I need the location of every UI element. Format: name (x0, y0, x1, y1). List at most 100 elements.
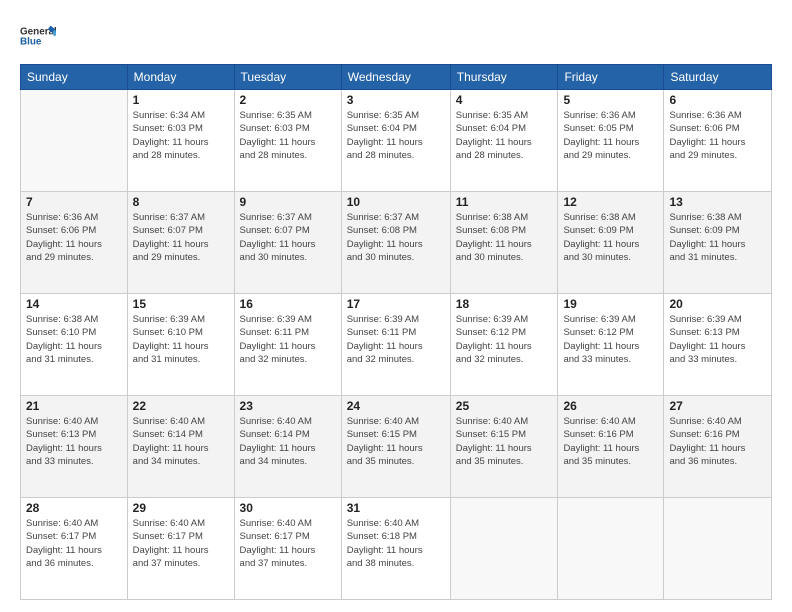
day-cell-8: 8 Sunrise: 6:37 AMSunset: 6:07 PMDayligh… (127, 192, 234, 294)
day-cell-12: 12 Sunrise: 6:38 AMSunset: 6:09 PMDaylig… (558, 192, 664, 294)
day-info: Sunrise: 6:40 AMSunset: 6:17 PMDaylight:… (26, 517, 122, 570)
day-cell-7: 7 Sunrise: 6:36 AMSunset: 6:06 PMDayligh… (21, 192, 128, 294)
week-row-3: 14 Sunrise: 6:38 AMSunset: 6:10 PMDaylig… (21, 294, 772, 396)
day-number: 9 (240, 195, 336, 209)
page: General Blue SundayMondayTuesdayWednesda… (0, 0, 792, 612)
day-number: 23 (240, 399, 336, 413)
day-cell-30: 30 Sunrise: 6:40 AMSunset: 6:17 PMDaylig… (234, 498, 341, 600)
day-info: Sunrise: 6:35 AMSunset: 6:04 PMDaylight:… (456, 109, 553, 162)
week-row-5: 28 Sunrise: 6:40 AMSunset: 6:17 PMDaylig… (21, 498, 772, 600)
day-info: Sunrise: 6:36 AMSunset: 6:05 PMDaylight:… (563, 109, 658, 162)
day-info: Sunrise: 6:40 AMSunset: 6:16 PMDaylight:… (669, 415, 766, 468)
day-cell-27: 27 Sunrise: 6:40 AMSunset: 6:16 PMDaylig… (664, 396, 772, 498)
day-info: Sunrise: 6:40 AMSunset: 6:17 PMDaylight:… (133, 517, 229, 570)
day-info: Sunrise: 6:36 AMSunset: 6:06 PMDaylight:… (669, 109, 766, 162)
day-cell-16: 16 Sunrise: 6:39 AMSunset: 6:11 PMDaylig… (234, 294, 341, 396)
day-cell-26: 26 Sunrise: 6:40 AMSunset: 6:16 PMDaylig… (558, 396, 664, 498)
day-info: Sunrise: 6:40 AMSunset: 6:15 PMDaylight:… (347, 415, 445, 468)
day-info: Sunrise: 6:38 AMSunset: 6:09 PMDaylight:… (563, 211, 658, 264)
header-sunday: Sunday (21, 65, 128, 90)
day-cell-10: 10 Sunrise: 6:37 AMSunset: 6:08 PMDaylig… (341, 192, 450, 294)
header-wednesday: Wednesday (341, 65, 450, 90)
day-number: 11 (456, 195, 553, 209)
day-info: Sunrise: 6:40 AMSunset: 6:17 PMDaylight:… (240, 517, 336, 570)
day-cell-13: 13 Sunrise: 6:38 AMSunset: 6:09 PMDaylig… (664, 192, 772, 294)
empty-cell-4-6 (664, 498, 772, 600)
day-info: Sunrise: 6:39 AMSunset: 6:10 PMDaylight:… (133, 313, 229, 366)
day-info: Sunrise: 6:40 AMSunset: 6:13 PMDaylight:… (26, 415, 122, 468)
day-number: 20 (669, 297, 766, 311)
header: General Blue (20, 16, 772, 56)
day-cell-25: 25 Sunrise: 6:40 AMSunset: 6:15 PMDaylig… (450, 396, 558, 498)
calendar-table: SundayMondayTuesdayWednesdayThursdayFrid… (20, 64, 772, 600)
day-cell-9: 9 Sunrise: 6:37 AMSunset: 6:07 PMDayligh… (234, 192, 341, 294)
day-info: Sunrise: 6:38 AMSunset: 6:09 PMDaylight:… (669, 211, 766, 264)
logo: General Blue (20, 16, 56, 56)
day-number: 15 (133, 297, 229, 311)
day-info: Sunrise: 6:40 AMSunset: 6:15 PMDaylight:… (456, 415, 553, 468)
header-tuesday: Tuesday (234, 65, 341, 90)
empty-cell-0-0 (21, 90, 128, 192)
day-cell-23: 23 Sunrise: 6:40 AMSunset: 6:14 PMDaylig… (234, 396, 341, 498)
day-number: 16 (240, 297, 336, 311)
day-number: 2 (240, 93, 336, 107)
day-info: Sunrise: 6:40 AMSunset: 6:18 PMDaylight:… (347, 517, 445, 570)
day-number: 31 (347, 501, 445, 515)
svg-text:Blue: Blue (20, 37, 42, 48)
empty-cell-4-5 (558, 498, 664, 600)
day-number: 18 (456, 297, 553, 311)
day-info: Sunrise: 6:39 AMSunset: 6:12 PMDaylight:… (456, 313, 553, 366)
day-info: Sunrise: 6:39 AMSunset: 6:13 PMDaylight:… (669, 313, 766, 366)
day-cell-24: 24 Sunrise: 6:40 AMSunset: 6:15 PMDaylig… (341, 396, 450, 498)
empty-cell-4-4 (450, 498, 558, 600)
day-cell-15: 15 Sunrise: 6:39 AMSunset: 6:10 PMDaylig… (127, 294, 234, 396)
day-number: 29 (133, 501, 229, 515)
day-number: 8 (133, 195, 229, 209)
day-cell-28: 28 Sunrise: 6:40 AMSunset: 6:17 PMDaylig… (21, 498, 128, 600)
day-number: 17 (347, 297, 445, 311)
day-cell-20: 20 Sunrise: 6:39 AMSunset: 6:13 PMDaylig… (664, 294, 772, 396)
day-info: Sunrise: 6:34 AMSunset: 6:03 PMDaylight:… (133, 109, 229, 162)
day-number: 26 (563, 399, 658, 413)
day-number: 14 (26, 297, 122, 311)
header-thursday: Thursday (450, 65, 558, 90)
day-number: 28 (26, 501, 122, 515)
day-number: 19 (563, 297, 658, 311)
day-info: Sunrise: 6:38 AMSunset: 6:10 PMDaylight:… (26, 313, 122, 366)
day-number: 27 (669, 399, 766, 413)
week-row-1: 1 Sunrise: 6:34 AMSunset: 6:03 PMDayligh… (21, 90, 772, 192)
day-info: Sunrise: 6:37 AMSunset: 6:07 PMDaylight:… (240, 211, 336, 264)
day-number: 25 (456, 399, 553, 413)
day-cell-5: 5 Sunrise: 6:36 AMSunset: 6:05 PMDayligh… (558, 90, 664, 192)
day-cell-21: 21 Sunrise: 6:40 AMSunset: 6:13 PMDaylig… (21, 396, 128, 498)
day-number: 13 (669, 195, 766, 209)
day-info: Sunrise: 6:39 AMSunset: 6:11 PMDaylight:… (347, 313, 445, 366)
day-cell-6: 6 Sunrise: 6:36 AMSunset: 6:06 PMDayligh… (664, 90, 772, 192)
day-number: 4 (456, 93, 553, 107)
day-cell-3: 3 Sunrise: 6:35 AMSunset: 6:04 PMDayligh… (341, 90, 450, 192)
day-info: Sunrise: 6:35 AMSunset: 6:04 PMDaylight:… (347, 109, 445, 162)
day-number: 22 (133, 399, 229, 413)
day-number: 24 (347, 399, 445, 413)
day-cell-29: 29 Sunrise: 6:40 AMSunset: 6:17 PMDaylig… (127, 498, 234, 600)
logo-svg: General Blue (20, 16, 56, 56)
day-cell-31: 31 Sunrise: 6:40 AMSunset: 6:18 PMDaylig… (341, 498, 450, 600)
day-number: 3 (347, 93, 445, 107)
day-cell-4: 4 Sunrise: 6:35 AMSunset: 6:04 PMDayligh… (450, 90, 558, 192)
day-info: Sunrise: 6:36 AMSunset: 6:06 PMDaylight:… (26, 211, 122, 264)
day-info: Sunrise: 6:39 AMSunset: 6:11 PMDaylight:… (240, 313, 336, 366)
day-info: Sunrise: 6:38 AMSunset: 6:08 PMDaylight:… (456, 211, 553, 264)
day-info: Sunrise: 6:39 AMSunset: 6:12 PMDaylight:… (563, 313, 658, 366)
header-saturday: Saturday (664, 65, 772, 90)
day-cell-2: 2 Sunrise: 6:35 AMSunset: 6:03 PMDayligh… (234, 90, 341, 192)
day-cell-1: 1 Sunrise: 6:34 AMSunset: 6:03 PMDayligh… (127, 90, 234, 192)
day-number: 1 (133, 93, 229, 107)
week-row-4: 21 Sunrise: 6:40 AMSunset: 6:13 PMDaylig… (21, 396, 772, 498)
header-friday: Friday (558, 65, 664, 90)
day-cell-18: 18 Sunrise: 6:39 AMSunset: 6:12 PMDaylig… (450, 294, 558, 396)
day-number: 12 (563, 195, 658, 209)
week-row-2: 7 Sunrise: 6:36 AMSunset: 6:06 PMDayligh… (21, 192, 772, 294)
day-cell-11: 11 Sunrise: 6:38 AMSunset: 6:08 PMDaylig… (450, 192, 558, 294)
day-info: Sunrise: 6:40 AMSunset: 6:16 PMDaylight:… (563, 415, 658, 468)
day-number: 7 (26, 195, 122, 209)
